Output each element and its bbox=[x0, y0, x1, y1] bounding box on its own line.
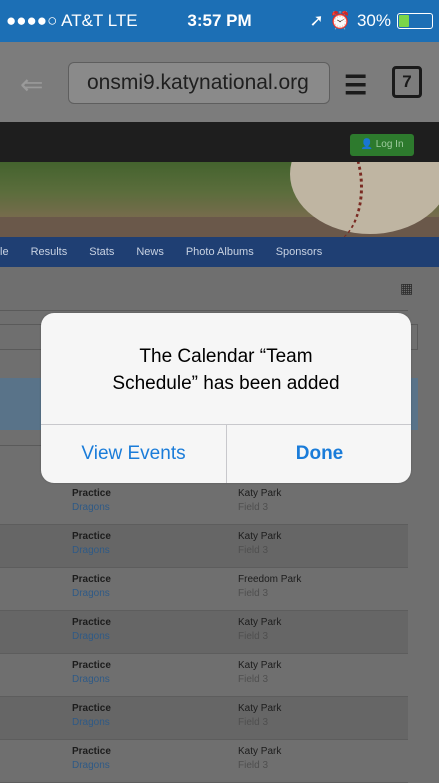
event-location[interactable]: Katy Park bbox=[238, 531, 281, 542]
event-team[interactable]: Dragons bbox=[72, 674, 110, 685]
table-row[interactable]: Practice Dragons Katy Park Field 3 bbox=[0, 482, 408, 525]
nav-item-sponsors[interactable]: Sponsors bbox=[276, 246, 322, 258]
event-title: Practice bbox=[72, 703, 111, 714]
event-field: Field 3 bbox=[238, 502, 269, 513]
login-label: Log In bbox=[375, 139, 404, 150]
nav-item-results[interactable]: Results bbox=[31, 246, 68, 258]
event-team[interactable]: Dragons bbox=[72, 631, 110, 642]
tabs-button[interactable]: 7 bbox=[392, 66, 422, 98]
table-row[interactable]: Practice Dragons Katy Park Field 3 bbox=[0, 697, 408, 740]
nav-item-schedule[interactable]: le bbox=[0, 246, 9, 258]
event-field: Field 3 bbox=[238, 631, 269, 642]
banner-image bbox=[0, 162, 439, 237]
site-nav: le Results Stats News Photo Albums Spons… bbox=[0, 237, 439, 267]
alert-message-line2: Schedule” has been added bbox=[112, 373, 340, 394]
event-location[interactable]: Freedom Park bbox=[238, 574, 301, 585]
nav-item-photo-albums[interactable]: Photo Albums bbox=[186, 246, 254, 258]
event-location[interactable]: Katy Park bbox=[238, 617, 281, 628]
alert-message: The Calendar “Team Schedule” has been ad… bbox=[41, 343, 411, 397]
back-arrow-icon[interactable]: ⇐ bbox=[20, 68, 43, 101]
event-location[interactable]: Katy Park bbox=[238, 488, 281, 499]
baseball-seam bbox=[300, 162, 363, 237]
event-team[interactable]: Dragons bbox=[72, 588, 110, 599]
user-icon: 👤 bbox=[360, 139, 373, 150]
battery-fill bbox=[399, 15, 409, 27]
event-team[interactable]: Dragons bbox=[72, 760, 110, 771]
event-team[interactable]: Dragons bbox=[72, 717, 110, 728]
browser-toolbar: ⇐ onsmi9.katynational.org ☰ 7 bbox=[0, 42, 439, 122]
event-location[interactable]: Katy Park bbox=[238, 660, 281, 671]
nav-item-stats[interactable]: Stats bbox=[89, 246, 114, 258]
battery-percent: 30% bbox=[356, 11, 391, 30]
event-title: Practice bbox=[72, 746, 111, 757]
event-team[interactable]: Dragons bbox=[72, 545, 110, 556]
table-row[interactable]: Practice Dragons Katy Park Field 3 bbox=[0, 654, 408, 697]
alarm-icon: ⏰ bbox=[329, 11, 351, 30]
table-row[interactable]: Practice Dragons Katy Park Field 3 bbox=[0, 611, 408, 654]
event-title: Practice bbox=[72, 617, 111, 628]
nav-item-news[interactable]: News bbox=[136, 246, 164, 258]
event-title: Practice bbox=[72, 488, 111, 499]
done-button[interactable]: Done bbox=[227, 424, 411, 483]
address-bar[interactable]: onsmi9.katynational.org bbox=[68, 62, 330, 104]
event-title: Practice bbox=[72, 531, 111, 542]
status-right: ➚ ⏰ 30% bbox=[310, 11, 433, 31]
event-field: Field 3 bbox=[238, 717, 269, 728]
event-location[interactable]: Katy Park bbox=[238, 746, 281, 757]
alert-message-line1: The Calendar “Team bbox=[139, 346, 313, 367]
location-arrow-icon: ➚ bbox=[309, 11, 324, 30]
event-field: Field 3 bbox=[238, 760, 269, 771]
table-row[interactable]: Practice Dragons Freedom Park Field 3 bbox=[0, 568, 408, 611]
event-title: Practice bbox=[72, 574, 111, 585]
table-row[interactable]: Practice Dragons Katy Park Field 3 bbox=[0, 525, 408, 568]
divider bbox=[0, 310, 408, 311]
event-field: Field 3 bbox=[238, 674, 269, 685]
view-events-button[interactable]: View Events bbox=[41, 424, 226, 483]
event-field: Field 3 bbox=[238, 588, 269, 599]
event-team[interactable]: Dragons bbox=[72, 502, 110, 513]
table-row[interactable]: Practice Dragons Katy Park Field 3 bbox=[0, 740, 408, 783]
menu-icon[interactable]: ☰ bbox=[344, 70, 367, 101]
event-field: Field 3 bbox=[238, 545, 269, 556]
battery-icon bbox=[397, 13, 433, 29]
event-location[interactable]: Katy Park bbox=[238, 703, 281, 714]
login-button[interactable]: 👤 Log In bbox=[350, 134, 414, 156]
calendar-icon[interactable]: ▦ bbox=[400, 280, 413, 297]
calendar-added-alert: The Calendar “Team Schedule” has been ad… bbox=[41, 313, 411, 483]
status-bar: ●●●●○ AT&T LTE 3:57 PM ➚ ⏰ 30% bbox=[0, 0, 439, 42]
event-title: Practice bbox=[72, 660, 111, 671]
